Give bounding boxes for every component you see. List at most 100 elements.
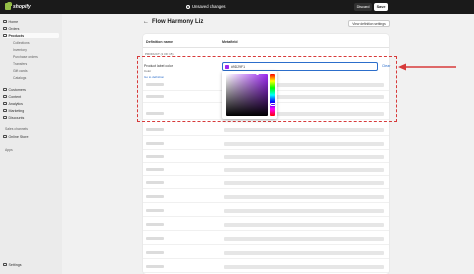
clear-button[interactable]: Clear <box>382 64 390 68</box>
hue-handle[interactable] <box>269 103 276 106</box>
tag-icon <box>3 33 7 38</box>
row-field[interactable] <box>224 142 384 146</box>
sidebar-item-label: Products <box>8 33 25 38</box>
row-label <box>146 155 164 158</box>
color-swatch[interactable] <box>225 65 229 69</box>
row-field[interactable] <box>224 195 384 199</box>
sidebar-subitem-transfers[interactable]: Transfers <box>13 62 27 66</box>
field-label: Product label color <box>144 64 173 68</box>
row-label <box>146 251 164 254</box>
row-label <box>146 128 164 131</box>
row-label <box>146 209 164 212</box>
table-row[interactable] <box>143 220 389 231</box>
saturation-brightness-area[interactable] <box>226 74 268 116</box>
table-row[interactable] <box>143 234 389 245</box>
content-icon <box>3 94 7 99</box>
shopify-logo[interactable]: shopify <box>5 1 31 10</box>
store-icon <box>3 134 7 139</box>
top-bar: shopify ! Unsaved changes Discard Save <box>0 0 474 14</box>
unsaved-changes-indicator: ! Unsaved changes <box>186 4 226 9</box>
table-row[interactable] <box>143 139 389 150</box>
sidebar-item-marketing[interactable]: Marketing <box>3 108 24 113</box>
page-title-text: Flow Harmony Liz <box>152 19 204 25</box>
row-field[interactable] <box>224 181 384 185</box>
sidebar-item-home[interactable]: Home <box>3 19 18 24</box>
row-label <box>146 237 164 240</box>
target-icon <box>3 108 7 113</box>
back-arrow-icon[interactable]: ← <box>143 19 149 25</box>
row-field[interactable] <box>224 155 384 159</box>
table-row[interactable] <box>143 125 389 136</box>
sidebar-item-label: Analytics <box>8 101 23 106</box>
row-field[interactable] <box>224 237 384 241</box>
row-label <box>146 168 164 171</box>
row-field[interactable] <box>224 168 384 172</box>
row-label <box>146 181 164 184</box>
color-input[interactable]: #9D29F1 <box>222 62 378 71</box>
page-title: ← Flow Harmony Liz <box>143 19 203 25</box>
row-field[interactable] <box>224 265 384 269</box>
table-row[interactable] <box>143 192 389 203</box>
view-definition-settings-button[interactable]: View definition settings <box>348 20 390 27</box>
sidebar: Home Orders Products Collections Invento… <box>0 14 62 274</box>
sidebar-item-label: Orders <box>8 26 20 31</box>
alert-icon: ! <box>186 4 190 9</box>
sidebar-item-customers[interactable]: Customers <box>3 87 26 92</box>
row-label <box>146 265 164 268</box>
sidebar-item-label: Content <box>8 94 22 99</box>
sidebar-subitem-gift-cards[interactable]: Gift cards <box>13 69 28 73</box>
sales-channels-heading: Sales channels <box>5 127 28 131</box>
sidebar-item-discounts[interactable]: Discounts <box>3 115 24 120</box>
row-field[interactable] <box>224 251 384 255</box>
column-header-metafield: Metafield <box>222 40 238 44</box>
sidebar-item-label: Marketing <box>8 108 25 113</box>
table-row[interactable] <box>143 262 389 273</box>
hue-slider[interactable] <box>270 74 275 116</box>
go-to-definition-link[interactable]: Go to definition <box>144 75 164 79</box>
color-picker <box>222 71 277 119</box>
hex-value[interactable]: #9D29F1 <box>231 65 245 69</box>
row-label <box>146 195 164 198</box>
sidebar-subitem-inventory[interactable]: Inventory <box>13 48 27 52</box>
table-row[interactable] <box>143 152 389 163</box>
sidebar-item-content[interactable]: Content <box>3 94 21 99</box>
sidebar-item-label: Discounts <box>8 115 25 120</box>
chart-icon <box>3 101 7 106</box>
save-button[interactable]: Save <box>374 3 388 11</box>
logo-text: shopify <box>13 3 31 10</box>
sidebar-item-products[interactable]: Products <box>3 33 59 38</box>
row-label <box>146 223 164 226</box>
discard-button[interactable]: Discard <box>354 3 372 11</box>
person-icon <box>3 87 7 92</box>
saturation-handle[interactable] <box>256 72 259 75</box>
sidebar-item-label: Customers <box>8 87 26 92</box>
table-row[interactable] <box>143 178 389 189</box>
row-field[interactable] <box>224 223 384 227</box>
sidebar-subitem-purchase-orders[interactable]: Purchase orders <box>13 55 38 59</box>
sidebar-item-settings[interactable]: Settings <box>3 262 22 267</box>
row-field[interactable] <box>224 128 384 132</box>
sidebar-item-analytics[interactable]: Analytics <box>3 101 23 106</box>
discount-icon <box>3 115 7 120</box>
sidebar-subitem-catalogs[interactable]: Catalogs <box>13 76 26 80</box>
pointer-arrow-icon <box>398 63 456 71</box>
gear-icon <box>3 262 7 267</box>
sidebar-subitem-collections[interactable]: Collections <box>13 41 30 45</box>
column-header-definition: Definition name <box>146 40 173 44</box>
orders-icon <box>3 26 7 31</box>
home-icon <box>3 19 7 24</box>
sidebar-item-online-store[interactable]: Online Store <box>3 134 28 139</box>
divider <box>143 47 389 48</box>
field-type: Color <box>144 69 152 73</box>
sidebar-item-orders[interactable]: Orders <box>3 26 19 31</box>
unsaved-changes-label: Unsaved changes <box>192 4 226 9</box>
row-field[interactable] <box>224 209 384 213</box>
row-label <box>146 142 164 145</box>
table-row[interactable] <box>143 206 389 217</box>
table-row[interactable] <box>143 248 389 259</box>
sidebar-item-label: Home <box>8 19 19 24</box>
apps-heading[interactable]: Apps <box>5 148 13 152</box>
shopify-bag-icon <box>5 1 12 10</box>
table-row[interactable] <box>143 165 389 176</box>
sidebar-item-label: Settings <box>8 262 22 267</box>
